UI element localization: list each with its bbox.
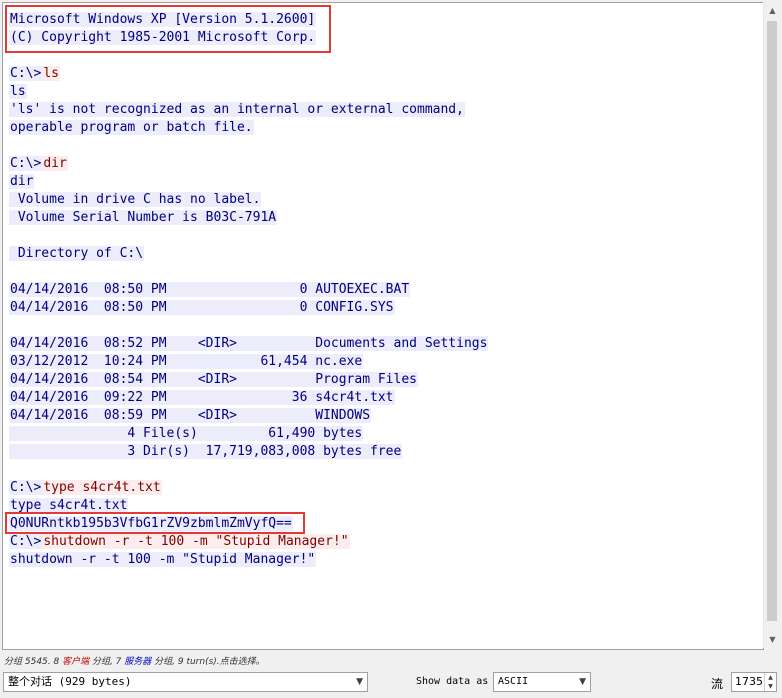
server-text: Directory of C:\ [9,246,145,261]
stream-line: 04/14/2016 08:50 PM 0 CONFIG.SYS [9,299,488,317]
server-text: 04/14/2016 08:50 PM 0 AUTOEXEC.BAT [9,282,411,297]
client-text: dir [42,156,68,171]
server-text: 04/14/2016 08:59 PM <DIR> WINDOWS [9,408,372,423]
chevron-down-icon: ▼ [356,677,363,687]
show-data-label: Show data as [416,676,489,687]
stream-line: C:\> shutdown -r -t 100 -m "Stupid Manage… [9,533,488,551]
server-text: Volume Serial Number is B03C-791A [9,210,278,225]
stream-line: operable program or batch file. [9,119,488,137]
client-text: type s4cr4t.txt [42,480,162,495]
stream-line: (C) Copyright 1985-2001 Microsoft Corp. [9,29,488,47]
stream-line: C:\> ls [9,65,488,83]
chevron-down-icon: ▼ [579,677,586,687]
stream-line: 04/14/2016 08:52 PM <DIR> Documents and … [9,335,489,353]
show-data-select[interactable]: ASCII ▼ [493,672,591,692]
server-text: 04/14/2016 08:52 PM <DIR> Documents and … [9,336,489,351]
server-text: 04/14/2016 09:22 PM 36 s4cr4t.txt [9,390,395,405]
stream-number-value: 1735 [735,675,763,688]
spin-arrows-icon[interactable]: ▲ ▼ [764,673,776,691]
stream-line: 04/14/2016 08:54 PM <DIR> Program Files [9,371,488,389]
stream-line: 4 File(s) 61,490 bytes [9,425,488,443]
conversation-select[interactable]: 整个对话 (929 bytes) ▼ [3,672,368,692]
stream-blank-line [9,47,488,65]
stream-line: dir [9,173,488,191]
server-text: Q0NURntkb195b3VfbG1rZV9zbmlmZmVyfQ== [9,516,293,531]
stream-text[interactable]: Microsoft Windows XP [Version 5.1.2600] (… [9,11,489,569]
server-text: 03/12/2012 10:24 PM 61,454 nc.exe [9,354,364,369]
status-mid: 分组, 7 [89,657,125,667]
stream-line: Microsoft Windows XP [Version 5.1.2600] [9,11,488,29]
server-text: C:\> [9,534,43,549]
stream-blank-line [9,317,488,335]
stream-line: C:\> type s4cr4t.txt [9,479,488,497]
stream-blank-line [9,137,488,155]
client-text: ls [42,66,60,81]
server-text: operable program or batch file. [9,120,254,135]
stream-line: 04/14/2016 09:22 PM 36 s4cr4t.txt [9,389,488,407]
server-text: type s4cr4t.txt [9,498,129,513]
stream-line: Volume in drive C has no label. [9,191,488,209]
server-text: 04/14/2016 08:50 PM 0 CONFIG.SYS [9,300,395,315]
server-text: 3 Dir(s) 17,719,083,008 bytes free [9,444,403,459]
status-prefix: 分组 5545. 8 [4,657,63,667]
status-suffix: 分组, 9 turn(s).点击选择。 [151,657,265,667]
server-text: Microsoft Windows XP [Version 5.1.2600] [9,12,317,27]
stream-line: 04/14/2016 08:59 PM <DIR> WINDOWS [9,407,488,425]
packet-status-line: 分组 5545. 8 客户端 分组, 7 服务器 分组, 9 turn(s).点… [4,654,265,667]
stream-line: 04/14/2016 08:50 PM 0 AUTOEXEC.BAT [9,281,488,299]
stream-line: C:\> dir [9,155,488,173]
server-text: C:\> [9,480,43,495]
status-client-label: 客户端 [62,657,90,667]
scroll-thumb[interactable] [767,21,777,621]
server-text: 4 File(s) 61,490 bytes [9,426,364,441]
server-text: C:\> [9,66,43,81]
stream-line: Q0NURntkb195b3VfbG1rZV9zbmlmZmVyfQ== [9,515,488,533]
server-text: C:\> [9,156,43,171]
server-text: 04/14/2016 08:54 PM <DIR> Program Files [9,372,418,387]
stream-line: 03/12/2012 10:24 PM 61,454 nc.exe [9,353,488,371]
stream-content-pane[interactable]: Microsoft Windows XP [Version 5.1.2600] (… [2,2,764,650]
scroll-up-icon[interactable]: ▲ [764,2,781,19]
server-text: 'ls' is not recognized as an internal or… [9,102,465,117]
conversation-select-value: 整个对话 (929 bytes) [8,675,132,688]
stream-number-spinbox[interactable]: 1735 ▲ ▼ [731,672,777,692]
server-text: shutdown -r -t 100 -m "Stupid Manager!" [9,552,317,567]
stream-number-label: 流 [711,677,724,691]
stream-blank-line [9,227,488,245]
client-text: shutdown -r -t 100 -m "Stupid Manager!" [42,534,350,549]
server-text: dir [9,174,35,189]
stream-line: 'ls' is not recognized as an internal or… [9,101,488,119]
scroll-down-icon[interactable]: ▼ [764,631,781,648]
stream-line: ls [9,83,488,101]
status-server-label: 服务器 [124,657,152,667]
server-text: (C) Copyright 1985-2001 Microsoft Corp. [9,30,317,45]
stream-blank-line [9,461,488,479]
server-text: ls [9,84,27,99]
stream-line: shutdown -r -t 100 -m "Stupid Manager!" [9,551,488,569]
stream-line: 3 Dir(s) 17,719,083,008 bytes free [9,443,488,461]
stream-blank-line [9,263,488,281]
follow-tcp-stream-window: Microsoft Windows XP [Version 5.1.2600] (… [0,0,782,698]
show-data-select-value: ASCII [498,676,529,687]
vertical-scrollbar[interactable]: ▲ ▼ [763,2,781,648]
stream-line: Directory of C:\ [9,245,488,263]
server-text: Volume in drive C has no label. [9,192,262,207]
stream-line: type s4cr4t.txt [9,497,488,515]
stream-line: Volume Serial Number is B03C-791A [9,209,488,227]
